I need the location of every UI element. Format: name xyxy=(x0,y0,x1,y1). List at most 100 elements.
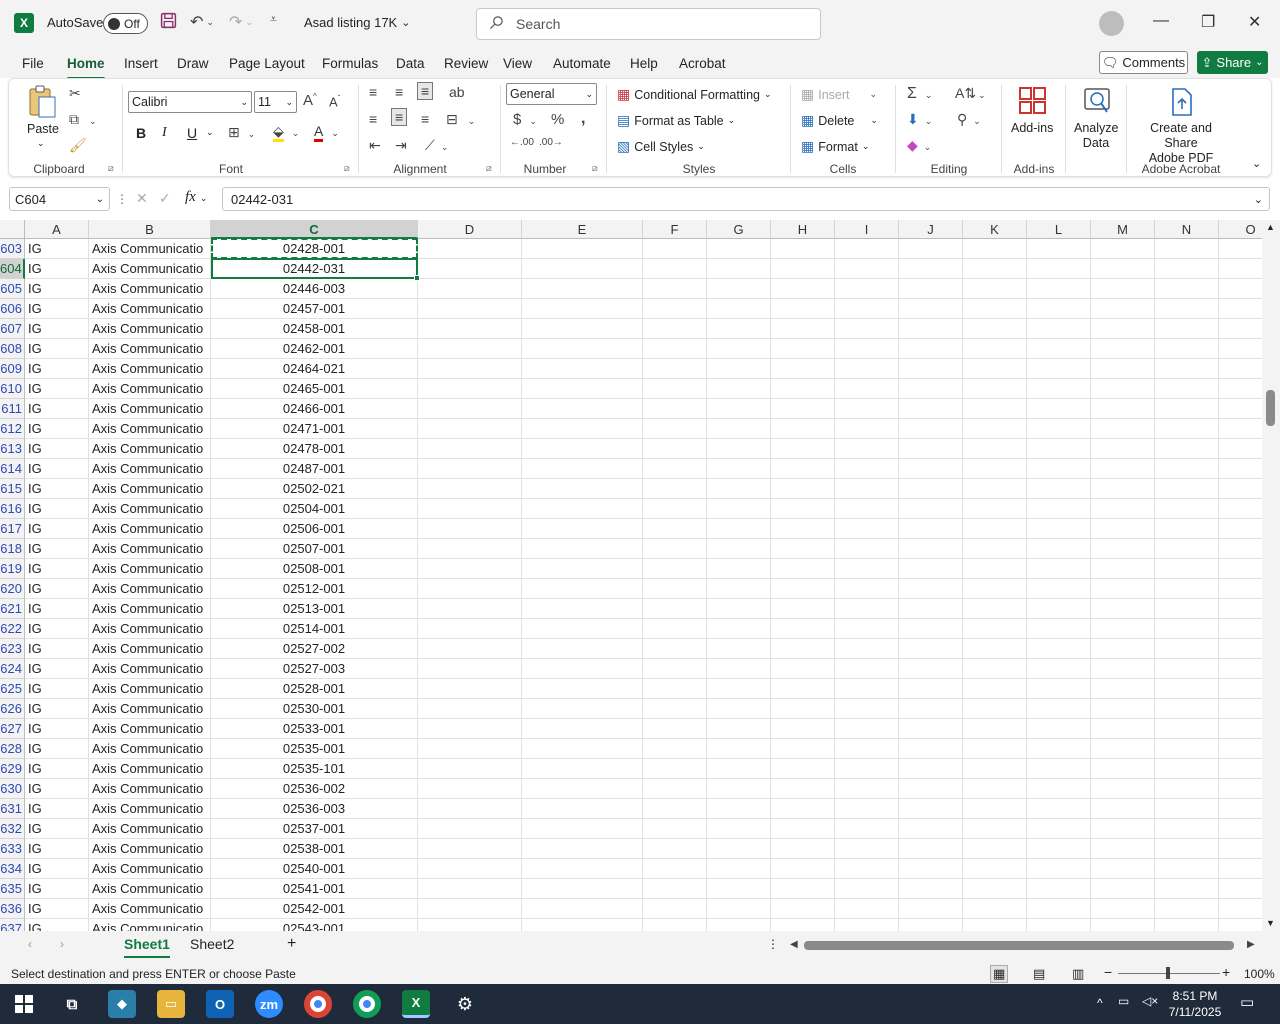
cell-l637[interactable] xyxy=(1027,919,1091,931)
create-pdf-icon[interactable] xyxy=(1169,87,1195,117)
cell-a617[interactable]: IG xyxy=(25,519,89,539)
cell-l623[interactable] xyxy=(1027,639,1091,659)
more-options-icon[interactable]: ⋮ xyxy=(116,192,128,206)
cell-l631[interactable] xyxy=(1027,799,1091,819)
settings-gear-icon[interactable]: ⚙ xyxy=(451,990,479,1018)
analyze-data-icon[interactable] xyxy=(1082,86,1112,116)
cell-g620[interactable] xyxy=(707,579,771,599)
cell-i609[interactable] xyxy=(835,359,899,379)
cell-i614[interactable] xyxy=(835,459,899,479)
cell-i633[interactable] xyxy=(835,839,899,859)
sort-filter-icon[interactable]: A⇅ ⌄ xyxy=(955,85,986,102)
cell-m612[interactable] xyxy=(1091,419,1155,439)
cell-m632[interactable] xyxy=(1091,819,1155,839)
cell-h611[interactable] xyxy=(771,399,835,419)
cell-j627[interactable] xyxy=(899,719,963,739)
cell-j620[interactable] xyxy=(899,579,963,599)
column-header-o[interactable]: O xyxy=(1219,220,1262,239)
cell-l604[interactable] xyxy=(1027,259,1091,279)
cell-l605[interactable] xyxy=(1027,279,1091,299)
cell-i628[interactable] xyxy=(835,739,899,759)
cell-j629[interactable] xyxy=(899,759,963,779)
cell-g619[interactable] xyxy=(707,559,771,579)
cell-o606[interactable] xyxy=(1219,299,1262,319)
copy-icon[interactable]: ⧉ ⌄ xyxy=(69,111,97,128)
tab-formulas[interactable]: Formulas xyxy=(322,56,378,71)
cell-c630[interactable]: 02536-002 xyxy=(211,779,418,799)
cell-e607[interactable] xyxy=(522,319,643,339)
cell-k614[interactable] xyxy=(963,459,1027,479)
cell-b634[interactable]: Axis Communicatio xyxy=(89,859,211,879)
cell-n606[interactable] xyxy=(1155,299,1219,319)
cell-h624[interactable] xyxy=(771,659,835,679)
cell-k627[interactable] xyxy=(963,719,1027,739)
cell-c606[interactable]: 02457-001 xyxy=(211,299,418,319)
cell-b603[interactable]: Axis Communicatio xyxy=(89,239,211,259)
cell-b631[interactable]: Axis Communicatio xyxy=(89,799,211,819)
cell-i607[interactable] xyxy=(835,319,899,339)
cell-m610[interactable] xyxy=(1091,379,1155,399)
cell-a634[interactable]: IG xyxy=(25,859,89,879)
cell-d630[interactable] xyxy=(418,779,522,799)
cell-k611[interactable] xyxy=(963,399,1027,419)
cell-e613[interactable] xyxy=(522,439,643,459)
cell-b632[interactable]: Axis Communicatio xyxy=(89,819,211,839)
cell-c631[interactable]: 02536-003 xyxy=(211,799,418,819)
italic-button[interactable]: I xyxy=(162,125,167,141)
cell-o618[interactable] xyxy=(1219,539,1262,559)
cell-a609[interactable]: IG xyxy=(25,359,89,379)
cell-l619[interactable] xyxy=(1027,559,1091,579)
increase-indent-icon[interactable]: ⇥ xyxy=(395,137,407,154)
cell-g635[interactable] xyxy=(707,879,771,899)
tab-review[interactable]: Review xyxy=(444,56,488,71)
tab-page-layout[interactable]: Page Layout xyxy=(229,56,305,71)
cell-j635[interactable] xyxy=(899,879,963,899)
cell-o609[interactable] xyxy=(1219,359,1262,379)
redo-icon[interactable]: ↷ ⌄ xyxy=(229,12,253,32)
cell-l603[interactable] xyxy=(1027,239,1091,259)
cell-n611[interactable] xyxy=(1155,399,1219,419)
cell-o621[interactable] xyxy=(1219,599,1262,619)
cancel-entry-icon[interactable]: ✕ xyxy=(136,190,148,207)
font-color-icon[interactable]: A ⌄ xyxy=(314,123,339,142)
analyze-data-button[interactable]: Analyze Data xyxy=(1074,121,1118,151)
cell-d622[interactable] xyxy=(418,619,522,639)
cut-icon[interactable]: ✂ xyxy=(69,85,81,102)
cell-e604[interactable] xyxy=(522,259,643,279)
cell-m608[interactable] xyxy=(1091,339,1155,359)
cell-o631[interactable] xyxy=(1219,799,1262,819)
cell-a603[interactable]: IG xyxy=(25,239,89,259)
cell-e606[interactable] xyxy=(522,299,643,319)
cell-n624[interactable] xyxy=(1155,659,1219,679)
row-header[interactable]: 626 xyxy=(0,699,25,719)
cell-m626[interactable] xyxy=(1091,699,1155,719)
cell-c621[interactable]: 02513-001 xyxy=(211,599,418,619)
cell-m631[interactable] xyxy=(1091,799,1155,819)
cell-f613[interactable] xyxy=(643,439,707,459)
cell-g608[interactable] xyxy=(707,339,771,359)
cell-o627[interactable] xyxy=(1219,719,1262,739)
cell-e630[interactable] xyxy=(522,779,643,799)
cell-a615[interactable]: IG xyxy=(25,479,89,499)
column-header-c[interactable]: C xyxy=(211,220,418,239)
cell-b636[interactable]: Axis Communicatio xyxy=(89,899,211,919)
cell-f630[interactable] xyxy=(643,779,707,799)
cell-b613[interactable]: Axis Communicatio xyxy=(89,439,211,459)
cell-i611[interactable] xyxy=(835,399,899,419)
cell-i631[interactable] xyxy=(835,799,899,819)
cell-b633[interactable]: Axis Communicatio xyxy=(89,839,211,859)
cell-d628[interactable] xyxy=(418,739,522,759)
row-header[interactable]: 619 xyxy=(0,559,25,579)
cell-e624[interactable] xyxy=(522,659,643,679)
cell-n605[interactable] xyxy=(1155,279,1219,299)
cell-h606[interactable] xyxy=(771,299,835,319)
row-header[interactable]: 603 xyxy=(0,239,25,259)
row-header[interactable]: 613 xyxy=(0,439,25,459)
cell-m619[interactable] xyxy=(1091,559,1155,579)
cell-f611[interactable] xyxy=(643,399,707,419)
cell-a633[interactable]: IG xyxy=(25,839,89,859)
cell-c636[interactable]: 02542-001 xyxy=(211,899,418,919)
share-button[interactable]: ⇪ Share ⌄ xyxy=(1197,51,1268,74)
cell-b620[interactable]: Axis Communicatio xyxy=(89,579,211,599)
cell-k628[interactable] xyxy=(963,739,1027,759)
